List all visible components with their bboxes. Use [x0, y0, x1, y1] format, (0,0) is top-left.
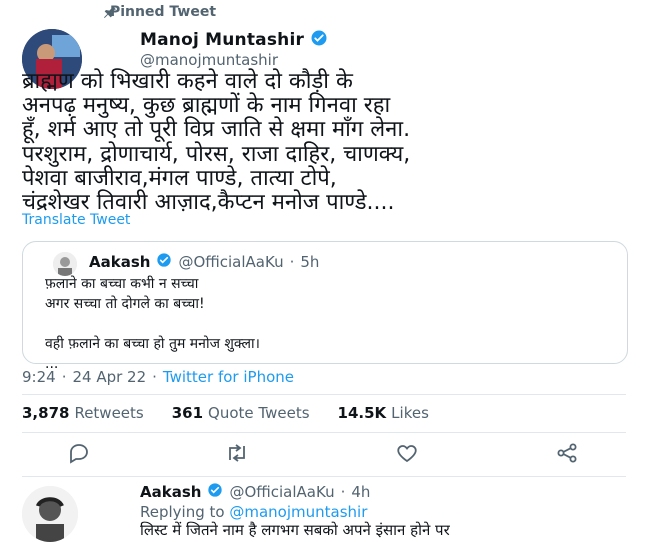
reply-author-handle[interactable]: @OfficialAaKu: [229, 483, 334, 501]
meta-dot: ·: [61, 368, 67, 386]
quoted-author-name: Aakash: [89, 253, 151, 271]
pin-icon: [102, 4, 118, 24]
quote-tweets-label: Quote Tweets: [208, 404, 310, 422]
tweet-source-link[interactable]: Twitter for iPhone: [163, 368, 294, 386]
author-handle[interactable]: @manojmuntashir: [140, 51, 278, 69]
quote-tweets-stat[interactable]: 361 Quote Tweets: [172, 404, 310, 422]
reply-author-name[interactable]: Aakash: [140, 483, 201, 501]
reply-author-avatar[interactable]: [22, 486, 78, 542]
tweet-meta: 9:24 · 24 Apr 22 · Twitter for iPhone: [22, 368, 294, 386]
verified-badge-icon: [207, 482, 223, 502]
author-name[interactable]: Manoj Muntashir: [140, 30, 304, 50]
verified-badge-icon: [156, 252, 172, 272]
verified-badge-icon: [310, 29, 328, 51]
quoted-author-avatar: [53, 252, 77, 276]
reply-text: लिस्ट में जितने नाम है लगभग सबको अपने इं…: [140, 521, 450, 539]
likes-label: Likes: [391, 404, 429, 422]
quoted-text: फ़लाने का बच्चा कभी न सच्चा अगर सच्चा तो…: [45, 276, 260, 372]
translate-tweet-link[interactable]: Translate Tweet: [22, 212, 130, 228]
tweet-text: ब्राह्मण को भिखारी कहने वाले दो कौड़ी के…: [22, 69, 411, 216]
engagement-stats: 3,878 Retweets 361 Quote Tweets 14.5K Likes: [22, 404, 429, 422]
quoted-header: Aakash @OfficialAaKu · 5h: [89, 252, 319, 272]
likes-stat[interactable]: 14.5K Likes: [338, 404, 429, 422]
reply-header: Aakash @OfficialAaKu · 4h: [140, 482, 370, 502]
tweet-time[interactable]: 9:24: [22, 368, 56, 386]
quoted-tweet-card[interactable]: Aakash @OfficialAaKu · 5h फ़लाने का बच्च…: [22, 241, 628, 372]
reply-icon: [67, 441, 91, 469]
divider: [22, 432, 626, 433]
divider: [22, 476, 626, 477]
quoted-author-handle: @OfficialAaKu: [178, 253, 284, 271]
share-icon: [555, 441, 579, 469]
quote-tweets-count: 361: [171, 404, 204, 422]
pinned-text: Pinned Tweet: [110, 4, 217, 20]
share-button[interactable]: [552, 440, 582, 470]
likes-count: 14.5K: [337, 404, 387, 422]
reply-dot: ·: [340, 483, 346, 501]
reply-button[interactable]: [64, 440, 94, 470]
pinned-label: Pinned Tweet: [104, 2, 217, 22]
replying-prefix: Replying to: [140, 503, 225, 521]
heart-icon: [395, 441, 419, 469]
quoted-time: 5h: [300, 253, 320, 271]
retweets-label: Retweets: [74, 404, 144, 422]
reply-time[interactable]: 4h: [351, 483, 370, 501]
tweet-date[interactable]: 24 Apr 22: [72, 368, 146, 386]
retweet-button[interactable]: [222, 440, 252, 470]
meta-dot: ·: [152, 368, 157, 386]
replying-to-handle[interactable]: @manojmuntashir: [229, 503, 367, 521]
retweet-icon: [224, 441, 250, 469]
like-button[interactable]: [392, 440, 422, 470]
retweets-count: 3,878: [22, 404, 70, 422]
replying-to: Replying to @manojmuntashir: [140, 503, 367, 521]
quoted-dot: ·: [289, 253, 295, 271]
divider: [22, 394, 626, 395]
author-name-row[interactable]: Manoj Muntashir: [140, 29, 328, 51]
retweets-stat[interactable]: 3,878 Retweets: [22, 404, 144, 422]
action-bar: [0, 440, 650, 470]
